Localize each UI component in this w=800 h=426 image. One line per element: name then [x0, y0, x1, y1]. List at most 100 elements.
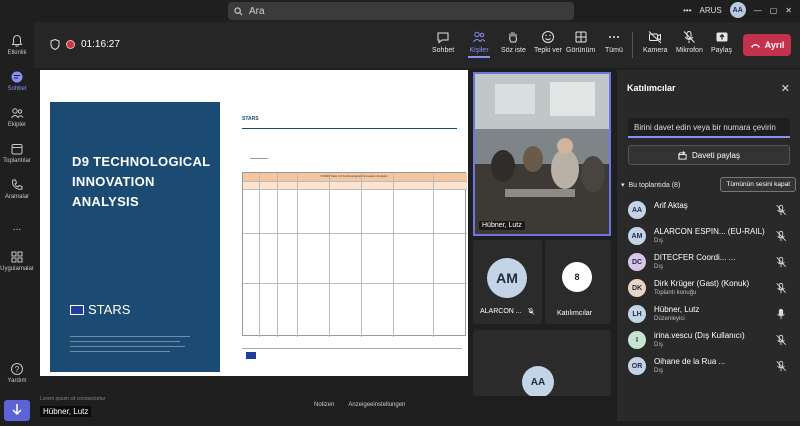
rail-item-help[interactable]: ? Yardım [0, 362, 34, 384]
participant-row[interactable]: OR Oihane de la Rua ... Dış [617, 354, 800, 380]
caption-text: Lorem ipsum sit conosectetur [40, 396, 106, 402]
mic-off-icon[interactable] [775, 334, 787, 346]
meeting-timer: 01:16:27 [50, 39, 120, 50]
participant-video-tile[interactable]: Hübner, Lutz [473, 72, 611, 236]
search-input[interactable]: Ara [228, 2, 574, 20]
mic-off-icon [684, 31, 696, 43]
participant-name: Oihane de la Rua ... [654, 357, 726, 366]
rail-label: Sohbet [7, 86, 27, 92]
slide-meta-lines [70, 332, 190, 356]
participant-role: Toplantı konuğu [654, 290, 697, 296]
more-options-icon[interactable]: ••• [683, 6, 691, 15]
bell-icon [11, 34, 23, 47]
tool-view[interactable]: Görünüm [566, 30, 595, 54]
display-settings-tab[interactable]: Anzeigeeinstellungen [348, 402, 405, 408]
svg-text:?: ? [15, 365, 20, 374]
avatar: DC [628, 253, 646, 271]
rail-item-chat[interactable]: Sohbet [0, 70, 34, 92]
analysis-table [242, 172, 467, 337]
section-label: Bu toplantıda (8) [628, 181, 681, 189]
document-page: STARS STARS Task 3.2 Technological Innov… [226, 116, 467, 366]
participant-row[interactable]: LH Hübner, Lutz Düzenleyici [617, 302, 800, 328]
participant-row[interactable]: DC DITECFER Coordi... ... Dış [617, 250, 800, 276]
mic-off-icon[interactable] [775, 282, 787, 294]
participant-count: 8 [562, 262, 592, 292]
rail-item-more[interactable]: ... [0, 222, 34, 233]
grid-icon [575, 31, 587, 43]
tool-react[interactable]: Tepki ver [534, 30, 562, 54]
participant-name: Dirk Krüger (Gast) (Konuk) [654, 279, 750, 288]
avatar: I [628, 331, 646, 349]
rail-item-apps[interactable]: Uygulamalar [0, 250, 34, 272]
participant-row[interactable]: Iirina.vescu (Dış Kullanıcı) Dış [617, 328, 800, 354]
mute-all-button[interactable]: Tümünün sesini kapat [720, 177, 796, 192]
participant-name: ALARCON ... [480, 308, 522, 315]
shared-content: D9 TECHNOLOGICAL INNOVATION ANALYSIS STA… [40, 70, 468, 376]
close-window-icon[interactable]: ✕ [785, 6, 792, 15]
maximize-icon[interactable]: ▢ [770, 6, 778, 15]
tool-label: Söz iste [501, 47, 526, 54]
leave-button[interactable]: Ayrıl [743, 34, 791, 56]
mic-on-icon[interactable] [775, 308, 787, 320]
participant-name: Arif Aktaş [654, 201, 688, 210]
rail-item-calls[interactable]: Aramalar [0, 178, 34, 200]
download-button[interactable] [4, 400, 30, 421]
video-tile-name: Hübner, Lutz [479, 221, 525, 230]
participant-tile-aa[interactable]: AA [473, 330, 611, 398]
avatar: AA [522, 366, 554, 398]
rail-label: Toplantılar [3, 158, 31, 164]
rail-item-teams[interactable]: Ekipler [0, 106, 34, 128]
doc-logo: STARS [242, 116, 259, 122]
rail-item-activity[interactable]: Etkinlik [0, 34, 34, 56]
tool-label: Kamera [643, 47, 668, 54]
mic-off-icon [527, 308, 534, 315]
panel-title: Katılımcılar [627, 83, 676, 93]
eu-flag-icon [246, 352, 256, 359]
mic-off-icon[interactable] [775, 360, 787, 372]
tool-label: Görünüm [566, 47, 596, 54]
tool-share[interactable]: Paylaş [711, 30, 732, 54]
participant-row[interactable]: AM ALARCON ESPIN... (EU-RAIL) Dış [617, 224, 800, 250]
tool-raise-hand[interactable]: Söz iste [501, 30, 526, 54]
tool-people[interactable]: Kişiler [468, 30, 490, 58]
tool-label: Paylaş [711, 47, 733, 54]
tool-label: Kişiler [469, 47, 489, 54]
share-invite-label: Daveti paylaş [691, 150, 741, 160]
stars-logo-text: STARS [88, 302, 131, 317]
participant-row[interactable]: AA Arif Aktaş [617, 198, 800, 224]
close-icon[interactable]: ✕ [781, 82, 790, 95]
share-invite-button[interactable]: Daveti paylaş [628, 145, 790, 165]
tool-label: Mikrofon [676, 47, 703, 54]
tool-chat[interactable]: Sohbet [432, 30, 454, 54]
participant-row[interactable]: DK Dirk Krüger (Gast) (Konuk) Toplantı kon… [617, 276, 800, 302]
participant-name: irina.vescu (Dış Kullanıcı) [654, 331, 745, 340]
participant-name: ALARCON ESPIN... (EU-RAIL) [654, 227, 765, 236]
avatar: AM [628, 227, 646, 245]
minimize-icon[interactable]: — [754, 6, 762, 15]
invite-input[interactable]: Birini davet edin veya bir numara çeviri… [628, 118, 790, 138]
mic-off-icon[interactable] [775, 230, 787, 242]
section-in-meeting[interactable]: ▾ Bu toplantıda (8) Tümünün sesini kapat [621, 177, 796, 193]
chevron-down-icon: ▾ [621, 182, 625, 189]
notes-tab[interactable]: Notizen [314, 402, 334, 408]
slide-title-line1: D9 TECHNOLOGICAL [72, 154, 211, 169]
participants-count-label: Katılımcılar [557, 310, 593, 317]
avatar: DK [628, 279, 646, 297]
tool-more[interactable]: Tümü [605, 30, 623, 54]
user-avatar[interactable]: AA [729, 2, 746, 18]
chat-icon [11, 71, 23, 83]
help-icon: ? [11, 363, 23, 375]
tool-mic[interactable]: Mikrofon [676, 30, 703, 54]
mic-off-icon[interactable] [775, 256, 787, 268]
chat-icon [437, 32, 449, 44]
participant-role: Dış [654, 342, 663, 348]
meeting-toolbar: 01:16:27 Sohbet Kişiler Söz iste Tepki v… [34, 22, 800, 68]
rail-label: Uygulamalar [0, 266, 34, 272]
toolbar-divider [632, 32, 633, 58]
tool-camera[interactable]: Kamera [643, 30, 668, 54]
raise-hand-icon [509, 32, 518, 43]
avatar: OR [628, 357, 646, 375]
app-rail: Etkinlik Sohbet Ekipler Toplantılar Aram… [0, 22, 34, 421]
mic-off-icon[interactable] [775, 204, 787, 216]
rail-item-meetings[interactable]: Toplantılar [0, 142, 34, 164]
